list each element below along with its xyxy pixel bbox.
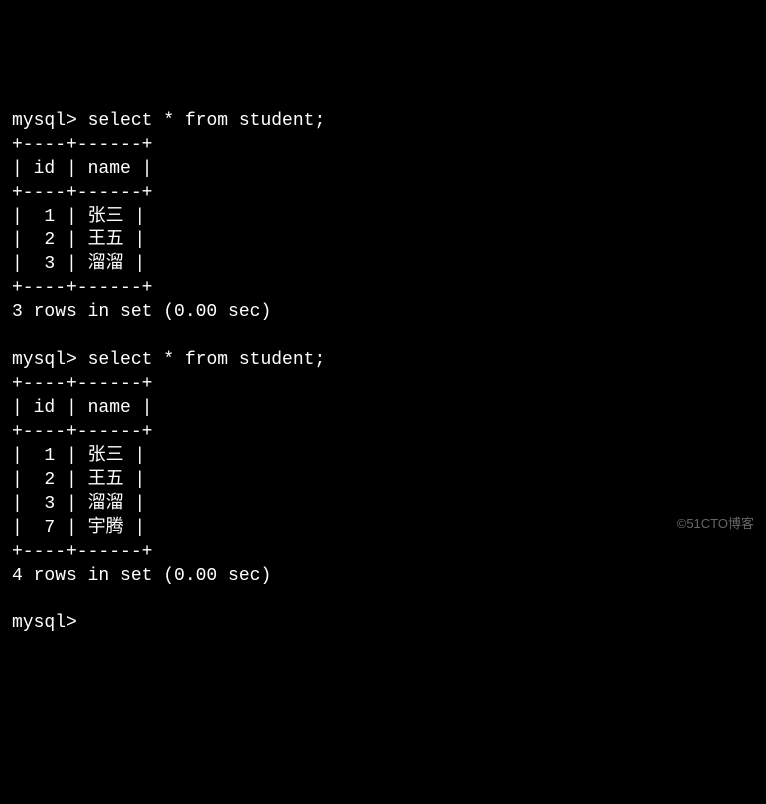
blank-line xyxy=(12,589,754,613)
blank-line xyxy=(12,325,754,349)
table-row: | 1 | 张三 | xyxy=(12,206,754,230)
table-row: | 3 | 溜溜 | xyxy=(12,493,754,517)
query-line-2: mysql> select * from student; xyxy=(12,349,754,373)
terminal-output: mysql> select * from student;+----+-----… xyxy=(12,110,754,637)
prompt-line[interactable]: mysql> xyxy=(12,612,754,636)
table-row: | 1 | 张三 | xyxy=(12,445,754,469)
result-summary: 3 rows in set (0.00 sec) xyxy=(12,301,754,325)
table-border-mid: +----+------+ xyxy=(12,421,754,445)
table-row: | 2 | 王五 | xyxy=(12,229,754,253)
table-border-top: +----+------+ xyxy=(12,373,754,397)
table-border-bottom: +----+------+ xyxy=(12,277,754,301)
sql-statement: select * from student; xyxy=(88,111,326,131)
query-line-1: mysql> select * from student; xyxy=(12,110,754,134)
mysql-prompt: mysql> xyxy=(12,613,77,633)
table-border-mid: +----+------+ xyxy=(12,182,754,206)
result-summary: 4 rows in set (0.00 sec) xyxy=(12,565,754,589)
table-row: | 3 | 溜溜 | xyxy=(12,253,754,277)
table-header: | id | name | xyxy=(12,397,754,421)
mysql-prompt: mysql> xyxy=(12,111,77,131)
watermark-text: ©51CTO博客 xyxy=(677,515,754,532)
table-header: | id | name | xyxy=(12,158,754,182)
table-row: | 2 | 王五 | xyxy=(12,469,754,493)
mysql-prompt: mysql> xyxy=(12,350,77,370)
table-border-top: +----+------+ xyxy=(12,134,754,158)
table-row: | 7 | 宇腾 | xyxy=(12,517,754,541)
sql-statement: select * from student; xyxy=(88,350,326,370)
table-border-bottom: +----+------+ xyxy=(12,541,754,565)
